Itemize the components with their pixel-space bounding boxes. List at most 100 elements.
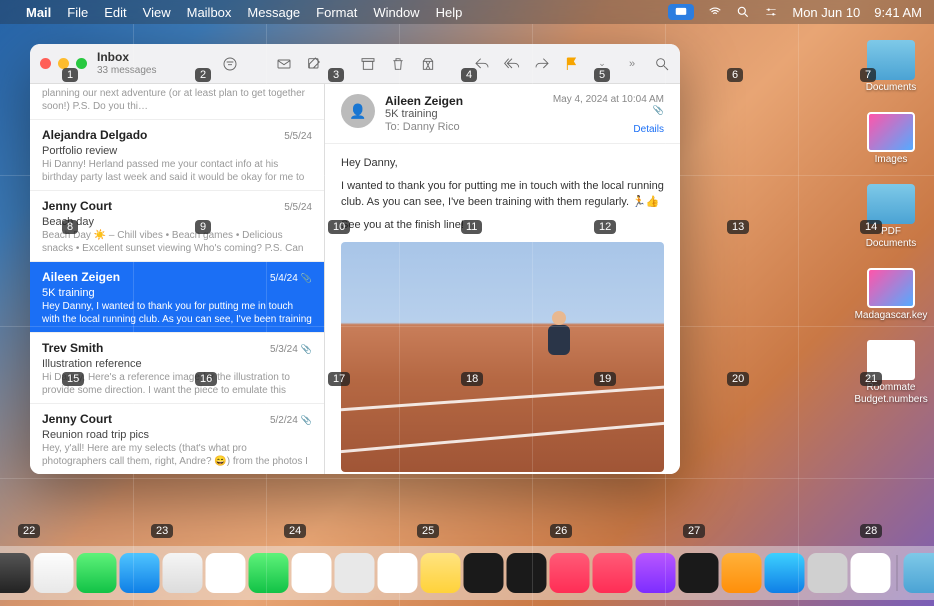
minimize-button[interactable] — [58, 58, 69, 69]
dock-dl[interactable] — [904, 553, 934, 593]
forward-icon[interactable] — [534, 56, 550, 72]
dock-news[interactable] — [593, 553, 633, 593]
attachment-icon: 📎 — [301, 415, 312, 425]
msg-preview: Hi Danny, Here's a reference image for t… — [42, 371, 312, 395]
dock-mail[interactable] — [120, 553, 160, 593]
grid-number: 25 — [417, 524, 439, 538]
attachment-image[interactable] — [341, 242, 664, 472]
dock-fcp[interactable] — [464, 553, 504, 593]
dock-msg[interactable] — [77, 553, 117, 593]
msg-sender: Trev Smith — [42, 341, 103, 355]
msg-sender: Alejandra Delgado — [42, 128, 147, 142]
junk-icon[interactable] — [420, 56, 436, 72]
desktop-icon — [867, 40, 915, 80]
dock-iphone[interactable] — [851, 553, 891, 593]
dock-music[interactable] — [550, 553, 590, 593]
menu-mailbox[interactable]: Mailbox — [187, 5, 232, 20]
message-item[interactable]: Trev Smith5/3/24📎Illustration referenceH… — [30, 333, 324, 404]
desktop-label: Documents — [866, 82, 917, 94]
message-item[interactable]: Jenny Court5/2/24📎Reunion road trip pics… — [30, 404, 324, 474]
msg-date: 5/4/24 — [270, 273, 298, 284]
filter-icon[interactable] — [222, 56, 238, 72]
menu-window[interactable]: Window — [373, 5, 419, 20]
menubar: Mail File Edit View Mailbox Message Form… — [0, 0, 934, 24]
msg-subject: Reunion road trip pics — [42, 429, 312, 441]
reader-date: May 4, 2024 at 10:04 AM — [553, 94, 664, 105]
message-item[interactable]: planning our next adventure (or at least… — [30, 84, 324, 120]
reply-icon[interactable] — [474, 56, 490, 72]
spotlight-icon[interactable] — [736, 5, 750, 19]
desktop-icon — [867, 340, 915, 380]
dock-photos[interactable] — [206, 553, 246, 593]
desktop-item[interactable]: Madagascar.key — [856, 268, 926, 322]
archive-icon[interactable] — [360, 56, 376, 72]
screenshare-icon[interactable] — [668, 4, 694, 20]
msg-date: 5/2/24 — [270, 415, 298, 426]
menu-file[interactable]: File — [67, 5, 88, 20]
menubar-date[interactable]: Mon Jun 10 — [792, 5, 860, 20]
dock-launch[interactable] — [0, 553, 31, 593]
grid-number: 6 — [727, 68, 743, 82]
grid-number: 24 — [284, 524, 306, 538]
dock-contacts[interactable] — [335, 553, 375, 593]
desktop-icon — [867, 184, 915, 224]
dock-store[interactable] — [765, 553, 805, 593]
dock-cal[interactable] — [292, 553, 332, 593]
maximize-button[interactable] — [76, 58, 87, 69]
msg-preview: planning our next adventure (or at least… — [42, 87, 312, 111]
menu-help[interactable]: Help — [436, 5, 463, 20]
msg-preview: Hey Danny, I wanted to thank you for put… — [42, 300, 312, 324]
reply-all-icon[interactable] — [504, 56, 520, 72]
mail-window: Inbox 33 messages ⌄ » planning our next … — [30, 44, 680, 474]
menu-message[interactable]: Message — [247, 5, 300, 20]
to-label: To: — [385, 121, 400, 133]
menu-format[interactable]: Format — [316, 5, 357, 20]
attachment-icon: 📎 — [301, 344, 312, 354]
dock-tv[interactable] — [507, 553, 547, 593]
wifi-icon[interactable] — [708, 5, 722, 19]
attachment-icon: 📎 — [301, 273, 312, 283]
dock-pod[interactable] — [636, 553, 676, 593]
dock-ft[interactable] — [249, 553, 289, 593]
message-list[interactable]: planning our next adventure (or at least… — [30, 84, 325, 474]
window-title: Inbox — [97, 51, 156, 64]
search-icon[interactable] — [654, 56, 670, 72]
envelope-icon[interactable] — [276, 56, 292, 72]
menu-view[interactable]: View — [143, 5, 171, 20]
message-item[interactable]: Aileen Zeigen5/4/24📎5K trainingHey Danny… — [30, 262, 324, 333]
chevron-down-icon[interactable]: ⌄ — [594, 56, 610, 72]
msg-subject: 5K training — [42, 287, 312, 299]
compose-icon[interactable] — [306, 56, 322, 72]
msg-date: 5/5/24 — [284, 131, 312, 142]
menu-app[interactable]: Mail — [26, 5, 51, 20]
control-center-icon[interactable] — [764, 5, 778, 19]
menu-edit[interactable]: Edit — [104, 5, 126, 20]
msg-preview: Hi Danny! Herland passed me your contact… — [42, 158, 312, 182]
menubar-time[interactable]: 9:41 AM — [874, 5, 922, 20]
trash-icon[interactable] — [390, 56, 406, 72]
grid-number: 23 — [151, 524, 173, 538]
msg-subject: Illustration reference — [42, 358, 312, 370]
dock-safari[interactable] — [34, 553, 74, 593]
message-item[interactable]: Alejandra Delgado5/5/24Portfolio reviewH… — [30, 120, 324, 191]
desktop-item[interactable]: Roommate Budget.numbers — [856, 340, 926, 406]
dock-notes[interactable] — [421, 553, 461, 593]
msg-subject: Beach day — [42, 216, 312, 228]
more-icon[interactable]: » — [624, 56, 640, 72]
details-link[interactable]: Details — [553, 124, 664, 135]
dock-stocks[interactable] — [679, 553, 719, 593]
grid-number: 13 — [727, 220, 749, 234]
dock-pages[interactable] — [722, 553, 762, 593]
desktop-item[interactable]: Documents — [856, 40, 926, 94]
dock-maps[interactable] — [163, 553, 203, 593]
reader-content: Hey Danny, I wanted to thank you for put… — [325, 144, 680, 474]
dock-reminders[interactable] — [378, 553, 418, 593]
message-item[interactable]: Jenny Court5/5/24Beach dayBeach Day ☀️ –… — [30, 191, 324, 262]
dock-settings[interactable] — [808, 553, 848, 593]
close-button[interactable] — [40, 58, 51, 69]
flag-icon[interactable] — [564, 56, 580, 72]
desktop-item[interactable]: PDF Documents — [856, 184, 926, 250]
desktop-item[interactable]: Images — [856, 112, 926, 166]
grid-number: 27 — [683, 524, 705, 538]
reader-from: Aileen Zeigen — [385, 94, 543, 108]
